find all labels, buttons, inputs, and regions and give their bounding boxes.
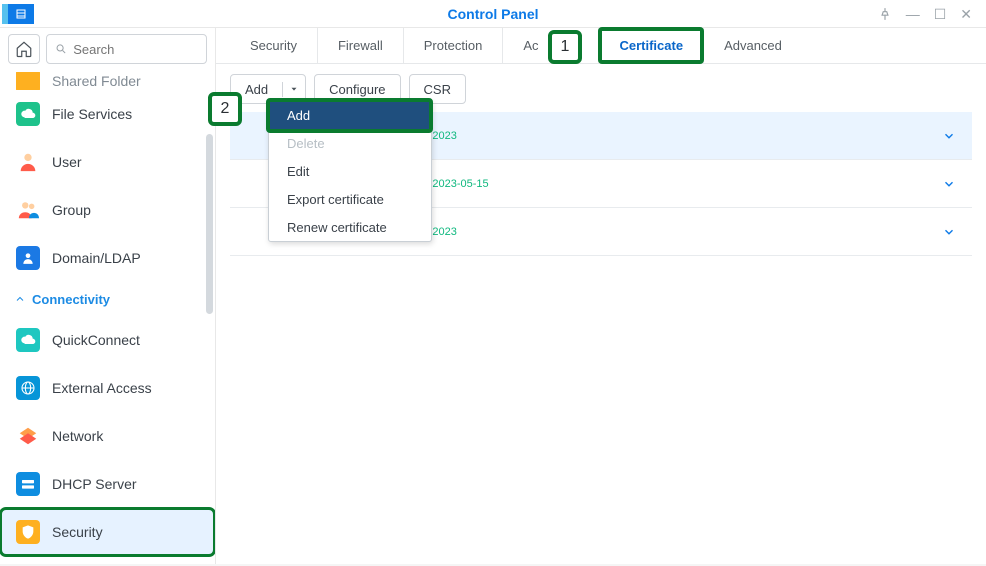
domain-icon — [16, 246, 40, 270]
search-input[interactable] — [73, 42, 198, 57]
sidebar-item-external-access[interactable]: External Access — [0, 364, 215, 412]
sidebar-item-label: File Services — [52, 106, 132, 122]
sidebar-item-label: DHCP Server — [52, 476, 137, 492]
sidebar-category-connectivity[interactable]: Connectivity — [0, 282, 215, 316]
tab-certificate[interactable]: Certificate — [599, 28, 704, 63]
sidebar-item-file-services[interactable]: File Services — [0, 90, 215, 138]
sidebar-item-shared-folder[interactable]: Shared Folder — [0, 72, 215, 90]
search-icon — [55, 42, 67, 56]
pin-icon[interactable] — [878, 7, 892, 21]
menu-item-label: Add — [287, 108, 310, 123]
close-icon[interactable]: ✕ — [960, 7, 972, 21]
callout-label: 2 — [221, 100, 230, 118]
sidebar-item-network[interactable]: Network — [0, 412, 215, 460]
tab-label: Advanced — [724, 38, 782, 53]
sidebar-item-label: QuickConnect — [52, 332, 140, 348]
home-button[interactable] — [8, 34, 40, 64]
sidebar-item-domain-ldap[interactable]: Domain/LDAP — [0, 234, 215, 282]
chevron-up-icon — [14, 293, 26, 305]
window-controls: — ☐ ✕ — [878, 7, 986, 21]
menu-item-label: Renew certificate — [287, 220, 387, 235]
tab-firewall[interactable]: Firewall — [318, 28, 404, 63]
search-input-wrap[interactable] — [46, 34, 207, 64]
chevron-down-icon[interactable] — [942, 129, 956, 143]
sidebar-item-user[interactable]: User — [0, 138, 215, 186]
cert-date: 2023-05-15 — [432, 178, 488, 190]
sidebar-category-label: Connectivity — [32, 292, 110, 307]
sidebar-item-label: Group — [52, 202, 91, 218]
sidebar-item-label: Network — [52, 428, 103, 444]
menu-item-label: Edit — [287, 164, 309, 179]
menu-item-edit[interactable]: Edit — [269, 157, 431, 185]
sidebar: Shared Folder File Services User Group — [0, 28, 216, 564]
tab-label: Ac — [523, 38, 538, 53]
button-label: Configure — [329, 82, 385, 97]
group-icon — [16, 198, 40, 222]
sidebar-item-security[interactable]: Security — [0, 508, 215, 556]
sidebar-item-label: Security — [52, 524, 103, 540]
tab-label: Certificate — [619, 38, 683, 53]
menu-item-export-certificate[interactable]: Export certificate — [269, 185, 431, 213]
menu-item-label: Delete — [287, 136, 325, 151]
dhcp-icon — [16, 472, 40, 496]
sidebar-item-label: User — [52, 154, 82, 170]
cloud-icon — [16, 102, 40, 126]
sidebar-item-label: Domain/LDAP — [52, 250, 141, 266]
network-icon — [16, 424, 40, 448]
shield-icon — [16, 520, 40, 544]
menu-item-add[interactable]: Add — [269, 101, 431, 129]
sidebar-item-group[interactable]: Group — [0, 186, 215, 234]
window-title: Control Panel — [447, 6, 538, 22]
tab-label: Firewall — [338, 38, 383, 53]
user-icon — [16, 150, 40, 174]
add-dropdown-menu: Add Delete Edit Export certificate Renew… — [268, 100, 432, 242]
sidebar-item-label: External Access — [52, 380, 152, 396]
callout-1: 1 — [548, 30, 582, 64]
tab-bar: Security Firewall Protection Ac Certific… — [216, 28, 986, 64]
sidebar-item-dhcp-server[interactable]: DHCP Server — [0, 460, 215, 508]
tab-protection[interactable]: Protection — [404, 28, 504, 63]
cert-date: 2023 — [432, 226, 456, 238]
minimize-icon[interactable]: — — [906, 7, 920, 21]
sidebar-item-quickconnect[interactable]: QuickConnect — [0, 316, 215, 364]
titlebar: Control Panel — ☐ ✕ — [0, 0, 986, 28]
menu-item-label: Export certificate — [287, 192, 384, 207]
sidebar-scrollbar[interactable] — [206, 134, 213, 314]
chevron-down-icon[interactable] — [283, 84, 305, 94]
callout-label: 1 — [561, 38, 570, 56]
button-label: CSR — [424, 82, 451, 97]
tab-label: Protection — [424, 38, 483, 53]
folder-icon — [16, 72, 40, 90]
tab-advanced[interactable]: Advanced — [704, 28, 802, 63]
tab-label: Security — [250, 38, 297, 53]
cloud-icon — [16, 328, 40, 352]
sidebar-item-label: Shared Folder — [52, 73, 141, 89]
maximize-icon[interactable]: ☐ — [934, 7, 947, 21]
chevron-down-icon[interactable] — [942, 225, 956, 239]
cert-date: 2023 — [432, 130, 456, 142]
tab-security[interactable]: Security — [230, 28, 318, 63]
menu-item-delete: Delete — [269, 129, 431, 157]
globe-icon — [16, 376, 40, 400]
sidebar-list: Shared Folder File Services User Group — [0, 72, 215, 566]
chevron-down-icon[interactable] — [942, 177, 956, 191]
menu-item-renew-certificate[interactable]: Renew certificate — [269, 213, 431, 241]
app-icon — [2, 4, 34, 24]
callout-2: 2 — [208, 92, 242, 126]
